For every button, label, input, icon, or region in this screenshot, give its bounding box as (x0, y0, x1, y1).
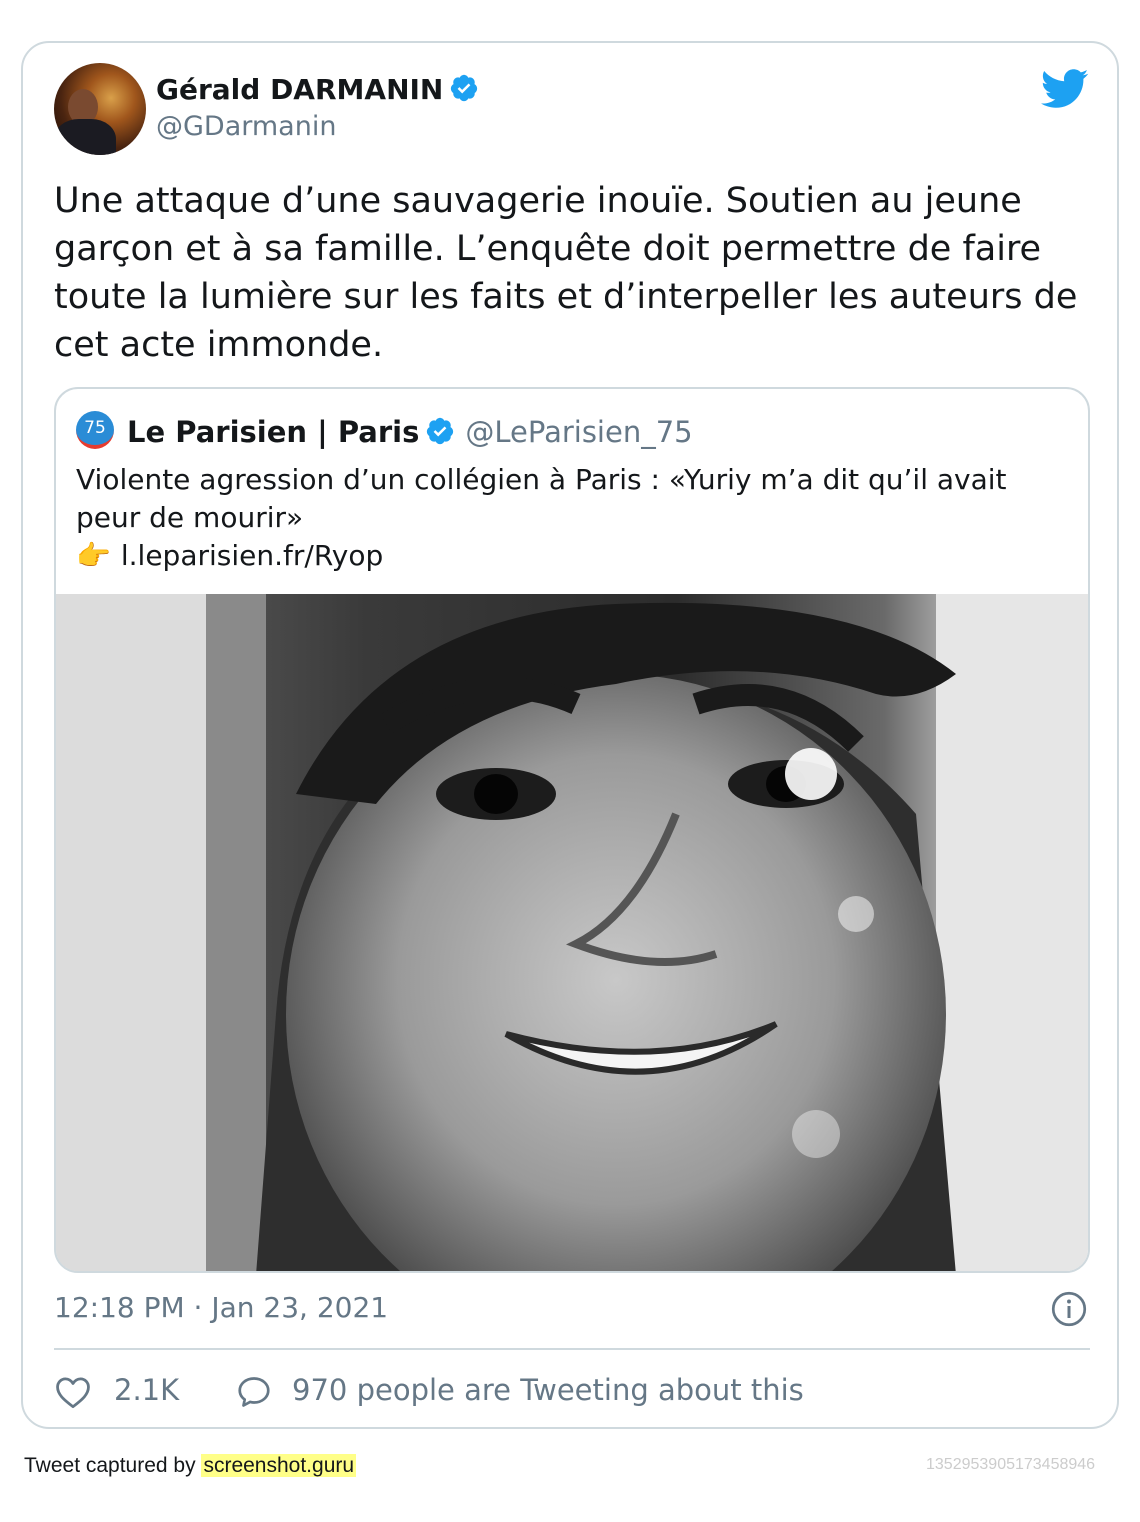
quoted-headline: Violente agression d’un collégien à Pari… (76, 463, 1007, 534)
tweet-card: Gérald DARMANIN @GDarmanin Une attaque d… (21, 41, 1119, 1429)
heart-icon[interactable] (54, 1375, 92, 1409)
capture-brand-link[interactable]: screenshot.guru (201, 1454, 357, 1477)
quoted-handle: @LeParisien_75 (465, 415, 693, 449)
verified-badge-icon (449, 73, 479, 110)
portrait-photo (56, 594, 1088, 1271)
tweet-timestamp[interactable]: 12:18 PM · Jan 23, 2021 (54, 1291, 388, 1324)
quoted-tweet[interactable]: 75 Le Parisien | Paris @LeParisien_75 Vio… (54, 387, 1090, 1273)
tweeting-about-text[interactable]: 970 people are Tweeting about this (292, 1373, 804, 1407)
capture-credit-label: Tweet captured by (24, 1454, 196, 1477)
quoted-link-line: 👉 l.leparisien.fr/Ryop (76, 537, 1056, 575)
pointing-hand-icon: 👉 (76, 539, 111, 572)
capture-credit: Tweet captured by screenshot.guru (24, 1454, 357, 1478)
quoted-photo[interactable] (56, 594, 1088, 1271)
author-name[interactable]: Gérald DARMANIN (156, 73, 479, 110)
author-avatar[interactable] (54, 63, 146, 155)
avatar-suit (54, 119, 116, 155)
verified-badge-icon (425, 416, 455, 453)
author-handle[interactable]: @GDarmanin (156, 111, 336, 142)
like-count[interactable]: 2.1K (114, 1373, 179, 1407)
divider (54, 1348, 1090, 1350)
quoted-avatar[interactable]: 75 (76, 411, 114, 449)
twitter-bird-icon[interactable] (1041, 69, 1089, 109)
tweet-id: 1352953905173458946 (926, 1456, 1096, 1473)
quoted-author[interactable]: Le Parisien | Paris @LeParisien_75 (127, 415, 693, 453)
author-name-text: Gérald DARMANIN (156, 73, 444, 106)
info-icon[interactable] (1051, 1291, 1087, 1327)
speech-bubble-icon[interactable] (236, 1374, 272, 1410)
quoted-link[interactable]: l.leparisien.fr/Ryop (121, 539, 383, 572)
tweet-text: Une attaque d’une sauvagerie inouïe. Sou… (54, 181, 1078, 365)
quoted-text: Violente agression d’un collégien à Pari… (76, 461, 1056, 575)
quoted-author-name: Le Parisien | Paris (127, 415, 420, 449)
